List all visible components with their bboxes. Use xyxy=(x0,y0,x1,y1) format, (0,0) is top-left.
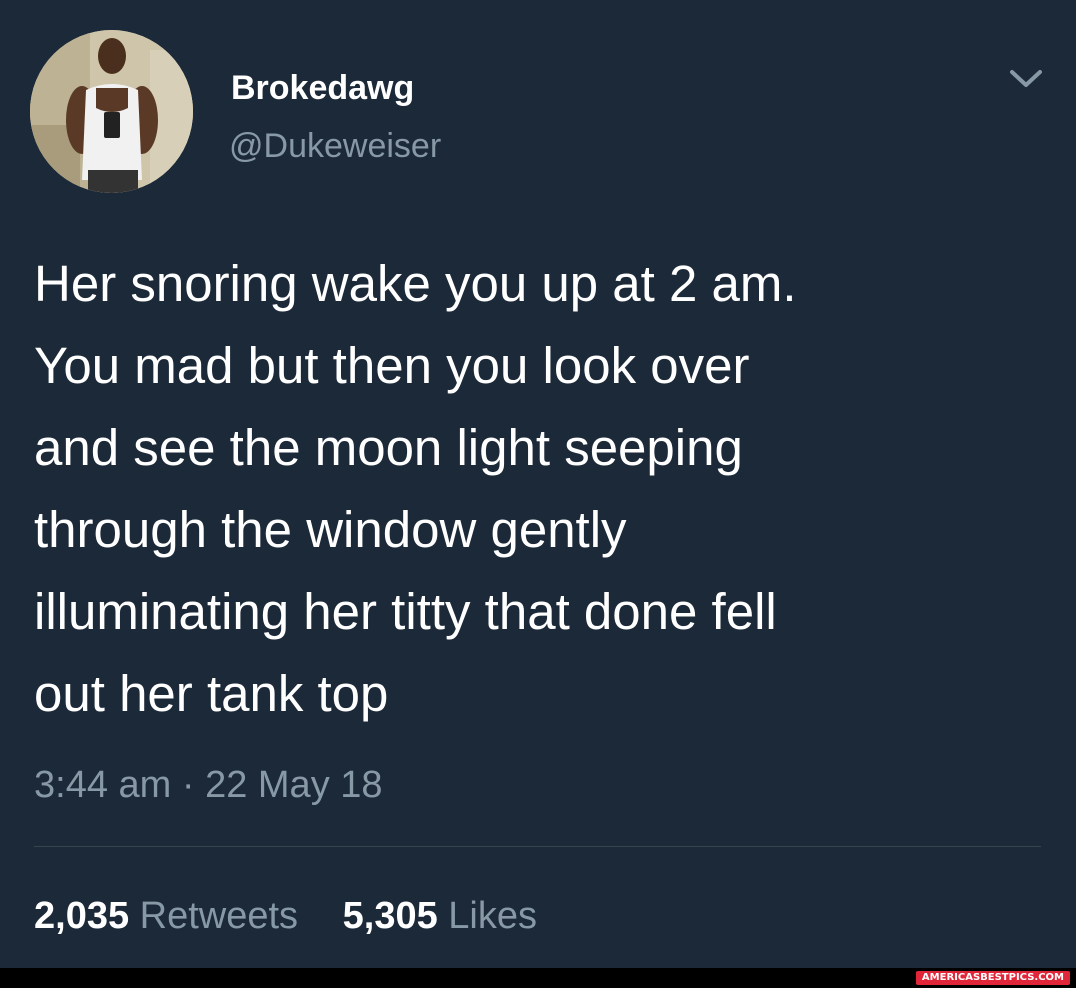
tweet-text-line: through the window gently xyxy=(34,501,627,558)
display-name[interactable]: Brokedawg xyxy=(231,68,414,108)
tweet-text-line: You mad but then you look over xyxy=(34,337,750,394)
tweet-card: Brokedawg @Dukeweiser Her snoring wake y… xyxy=(0,0,1076,968)
retweets-label: Retweets xyxy=(139,895,299,937)
tweet-text: Her snoring wake you up at 2 am. You mad… xyxy=(34,243,1044,735)
retweets-count: 2,035 xyxy=(34,895,130,937)
chevron-down-icon[interactable] xyxy=(1004,60,1048,94)
watermark: AMERICASBESTPICS.COM xyxy=(915,971,1070,985)
tweet-stats: 2,035 Retweets 5,305 Likes xyxy=(34,893,537,939)
user-handle[interactable]: @Dukeweiser xyxy=(229,126,441,166)
tweet-text-line: out her tank top xyxy=(34,665,389,722)
tweet-timestamp[interactable]: 3:44 am · 22 May 18 xyxy=(34,762,383,808)
tweet-text-line: Her snoring wake you up at 2 am. xyxy=(34,255,797,312)
footer-bar xyxy=(0,968,1076,988)
tweet-text-line: and see the moon light seeping xyxy=(34,419,743,476)
likes-label: Likes xyxy=(448,895,537,937)
retweets-stat[interactable]: 2,035 Retweets xyxy=(34,893,298,939)
divider xyxy=(34,846,1041,847)
avatar[interactable] xyxy=(30,30,193,193)
tweet-text-line: illuminating her titty that done fell xyxy=(34,583,777,640)
profile-photo-icon xyxy=(30,30,193,193)
likes-stat[interactable]: 5,305 Likes xyxy=(343,893,537,939)
likes-count: 5,305 xyxy=(342,895,438,937)
